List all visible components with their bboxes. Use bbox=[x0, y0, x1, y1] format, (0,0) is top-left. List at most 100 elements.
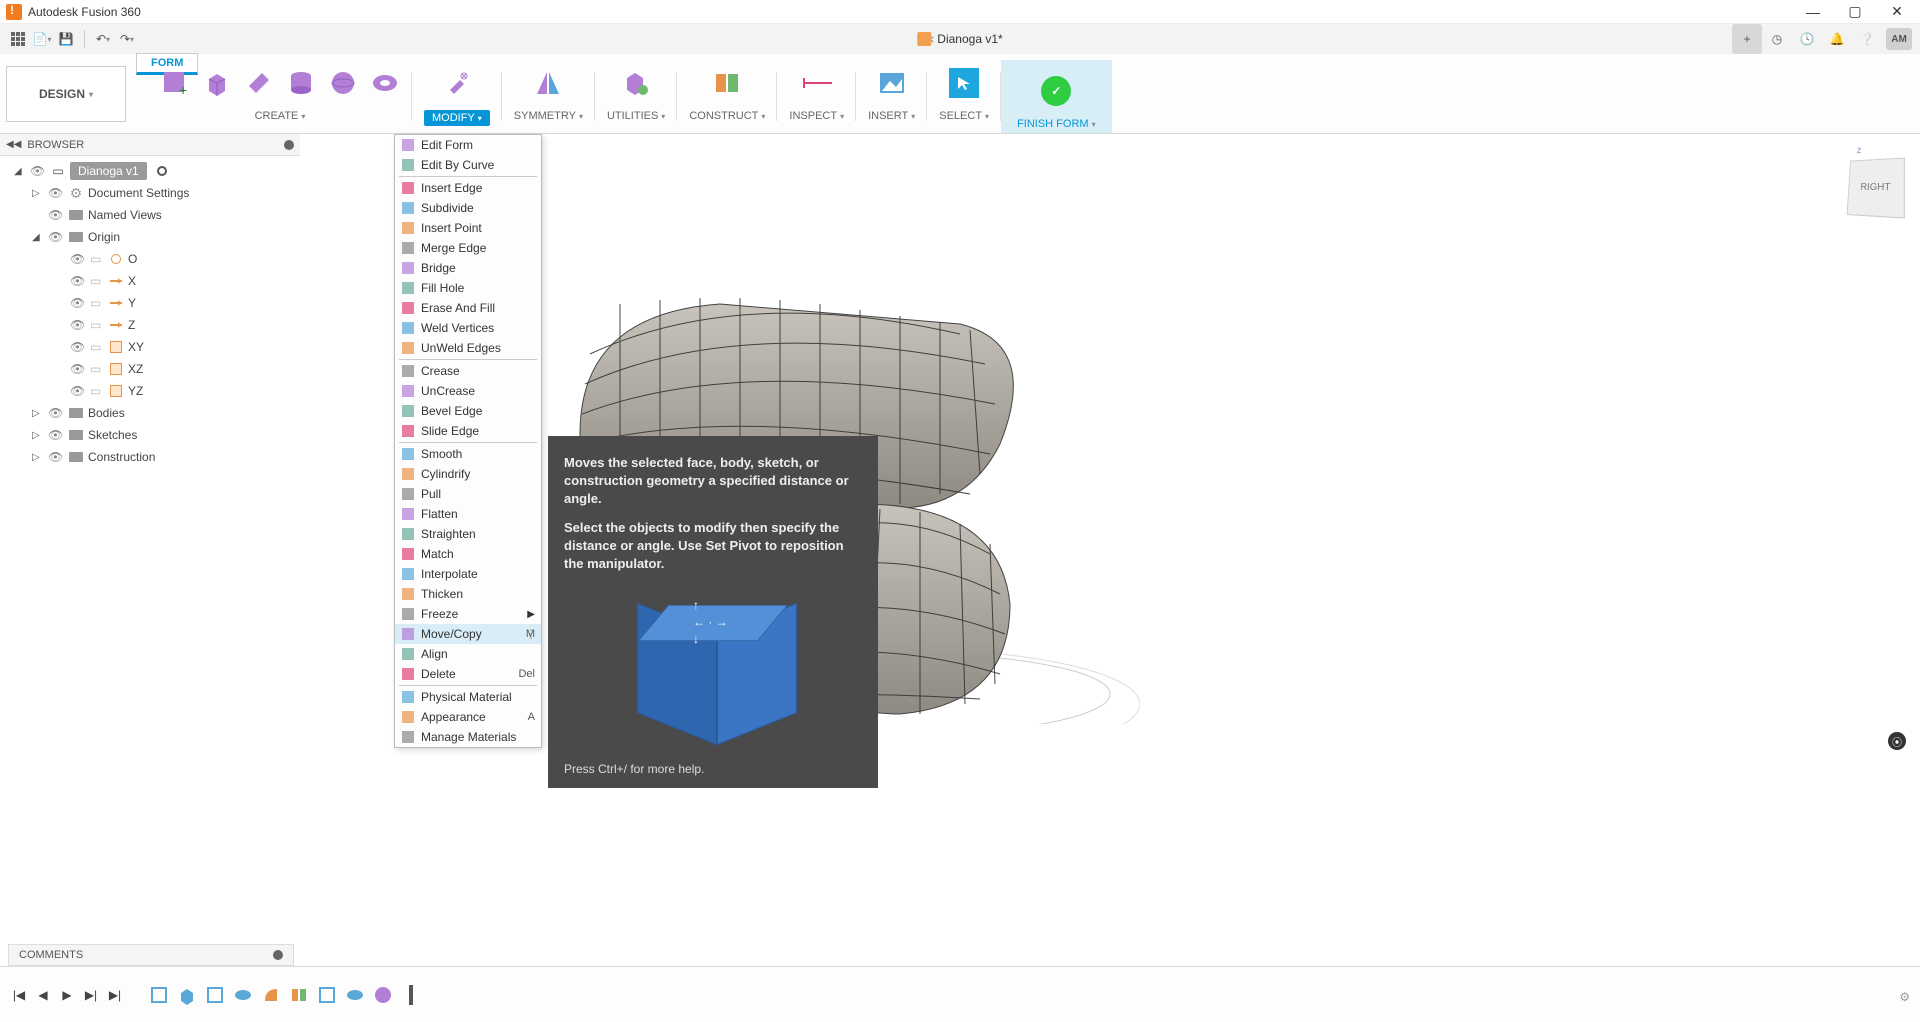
browser-root-row[interactable]: ◢ 👁 ▭ Dianoga v1 bbox=[10, 160, 296, 182]
modify-menu-item[interactable]: Match bbox=[395, 544, 541, 564]
modify-menu-item[interactable]: Erase And Fill bbox=[395, 298, 541, 318]
browser-item[interactable]: ▷👁Construction bbox=[10, 446, 296, 468]
modify-menu-item[interactable]: Edit Form bbox=[395, 135, 541, 155]
create-form-icon[interactable]: + bbox=[160, 68, 190, 98]
timeline-feature-9[interactable] bbox=[372, 984, 394, 1006]
modify-menu-item[interactable]: DeleteDel bbox=[395, 664, 541, 684]
modify-menu-item[interactable]: Slide Edge bbox=[395, 421, 541, 441]
new-tab-button[interactable]: + bbox=[1732, 24, 1762, 54]
modify-menu-item[interactable]: UnCrease bbox=[395, 381, 541, 401]
modify-menu-item[interactable]: Subdivide bbox=[395, 198, 541, 218]
comments-panel-header[interactable]: COMMENTS bbox=[8, 944, 294, 966]
torus-icon[interactable] bbox=[370, 68, 400, 98]
modify-menu-item[interactable]: AppearanceA bbox=[395, 707, 541, 727]
ribbon-label-select[interactable]: SELECT▾ bbox=[939, 110, 989, 122]
document-tab[interactable]: Dianoga v1* bbox=[917, 32, 1002, 46]
timeline-feature-3[interactable] bbox=[204, 984, 226, 1006]
modify-menu-item[interactable]: Interpolate bbox=[395, 564, 541, 584]
browser-item[interactable]: 👁▭Z bbox=[10, 314, 296, 336]
notifications-button[interactable]: 🔔 bbox=[1822, 24, 1852, 54]
modify-menu-item[interactable]: UnWeld Edges bbox=[395, 338, 541, 358]
viewcube[interactable]: RIGHT bbox=[1847, 158, 1905, 219]
browser-item[interactable]: 👁▭XZ bbox=[10, 358, 296, 380]
window-maximize-button[interactable]: ▢ bbox=[1848, 5, 1862, 19]
modify-menu-item[interactable]: Physical Material bbox=[395, 687, 541, 707]
ribbon-label-finish[interactable]: FINISH FORM▾ bbox=[1017, 118, 1096, 130]
sphere-icon[interactable] bbox=[328, 68, 358, 98]
ribbon-label-symmetry[interactable]: SYMMETRY▾ bbox=[514, 110, 583, 122]
browser-item[interactable]: ◢👁Origin bbox=[10, 226, 296, 248]
window-close-button[interactable]: ✕ bbox=[1890, 5, 1904, 19]
modify-menu-item[interactable]: Bridge bbox=[395, 258, 541, 278]
edit-form-icon[interactable] bbox=[442, 68, 472, 98]
browser-item[interactable]: 👁▭X bbox=[10, 270, 296, 292]
job-status-button[interactable]: 🕓 bbox=[1792, 24, 1822, 54]
ribbon-label-insert[interactable]: INSERT▾ bbox=[868, 110, 915, 122]
ribbon-label-construct[interactable]: CONSTRUCT▾ bbox=[689, 110, 765, 122]
timeline-feature-1[interactable] bbox=[148, 984, 170, 1006]
browser-settings-icon[interactable] bbox=[284, 140, 294, 150]
browser-item[interactable]: ▷👁⚙Document Settings bbox=[10, 182, 296, 204]
modify-menu-item[interactable]: Thicken bbox=[395, 584, 541, 604]
modify-menu-item[interactable]: Weld Vertices bbox=[395, 318, 541, 338]
timeline-back-button[interactable]: ◀ bbox=[34, 986, 52, 1004]
browser-item[interactable]: 👁▭YZ bbox=[10, 380, 296, 402]
construct-icon[interactable] bbox=[712, 68, 742, 98]
modify-menu-item[interactable]: Bevel Edge bbox=[395, 401, 541, 421]
extensions-button[interactable]: ◷ bbox=[1762, 24, 1792, 54]
timeline-feature-8[interactable] bbox=[344, 984, 366, 1006]
browser-item[interactable]: 👁▭Y bbox=[10, 292, 296, 314]
utilities-icon[interactable] bbox=[621, 68, 651, 98]
box-icon[interactable] bbox=[202, 68, 232, 98]
ribbon-label-create[interactable]: CREATE▾ bbox=[255, 110, 306, 122]
navigation-help-icon[interactable]: ⦿ bbox=[1888, 732, 1906, 750]
modify-menu-item[interactable]: Edit By Curve bbox=[395, 155, 541, 175]
timeline-playhead[interactable] bbox=[400, 984, 422, 1006]
viewport-canvas[interactable]: RIGHT ⦿ bbox=[300, 134, 1920, 966]
modify-menu-item[interactable]: Move/CopyM⋮ bbox=[395, 624, 541, 644]
ribbon-label-modify[interactable]: MODIFY▾ bbox=[424, 110, 490, 126]
modify-menu-item[interactable]: Merge Edge bbox=[395, 238, 541, 258]
insert-icon[interactable] bbox=[877, 68, 907, 98]
browser-item[interactable]: 👁Named Views bbox=[10, 204, 296, 226]
timeline-feature-5[interactable] bbox=[260, 984, 282, 1006]
save-button[interactable]: 💾 bbox=[56, 29, 76, 49]
browser-item[interactable]: ▷👁Sketches bbox=[10, 424, 296, 446]
cylinder-icon[interactable] bbox=[286, 68, 316, 98]
finish-form-icon[interactable]: ✓ bbox=[1041, 76, 1071, 106]
modify-menu-item[interactable]: Cylindrify bbox=[395, 464, 541, 484]
timeline-feature-4[interactable] bbox=[232, 984, 254, 1006]
select-icon[interactable] bbox=[949, 68, 979, 98]
modify-menu-item[interactable]: Align bbox=[395, 644, 541, 664]
timeline-feature-6[interactable] bbox=[288, 984, 310, 1006]
timeline-feature-2[interactable] bbox=[176, 984, 198, 1006]
modify-menu-item[interactable]: Manage Materials bbox=[395, 727, 541, 747]
timeline-end-button[interactable]: ▶| bbox=[106, 986, 124, 1004]
ribbon-label-utilities[interactable]: UTILITIES▾ bbox=[607, 110, 665, 122]
user-avatar[interactable]: AM bbox=[1886, 28, 1912, 50]
modify-menu-item[interactable]: Insert Point bbox=[395, 218, 541, 238]
comments-settings-icon[interactable] bbox=[273, 950, 283, 960]
modify-menu-item[interactable]: Pull bbox=[395, 484, 541, 504]
timeline-forward-button[interactable]: ▶| bbox=[82, 986, 100, 1004]
timeline-settings-button[interactable]: ⚙ bbox=[1899, 990, 1910, 1004]
browser-panel-header[interactable]: ◀◀ BROWSER bbox=[0, 134, 300, 156]
file-menu-button[interactable]: 📄▾ bbox=[32, 29, 52, 49]
ribbon-label-inspect[interactable]: INSPECT▾ bbox=[789, 110, 844, 122]
redo-button[interactable]: ↷▾ bbox=[117, 29, 137, 49]
help-button[interactable]: ❔ bbox=[1852, 24, 1882, 54]
modify-menu-item[interactable]: Fill Hole bbox=[395, 278, 541, 298]
window-minimize-button[interactable]: — bbox=[1806, 5, 1820, 19]
plane-icon[interactable] bbox=[244, 68, 274, 98]
browser-item[interactable]: ▷👁Bodies bbox=[10, 402, 296, 424]
modify-menu-item[interactable]: Insert Edge bbox=[395, 178, 541, 198]
browser-item[interactable]: 👁▭XY bbox=[10, 336, 296, 358]
inspect-icon[interactable] bbox=[802, 68, 832, 98]
modify-menu-item[interactable]: Crease bbox=[395, 361, 541, 381]
undo-button[interactable]: ↶▾ bbox=[93, 29, 113, 49]
workspace-selector[interactable]: DESIGN ▾ bbox=[6, 66, 126, 122]
modify-menu-item[interactable]: Smooth bbox=[395, 444, 541, 464]
modify-menu-item[interactable]: Straighten bbox=[395, 524, 541, 544]
timeline-play-button[interactable]: ▶ bbox=[58, 986, 76, 1004]
symmetry-icon[interactable] bbox=[533, 68, 563, 98]
